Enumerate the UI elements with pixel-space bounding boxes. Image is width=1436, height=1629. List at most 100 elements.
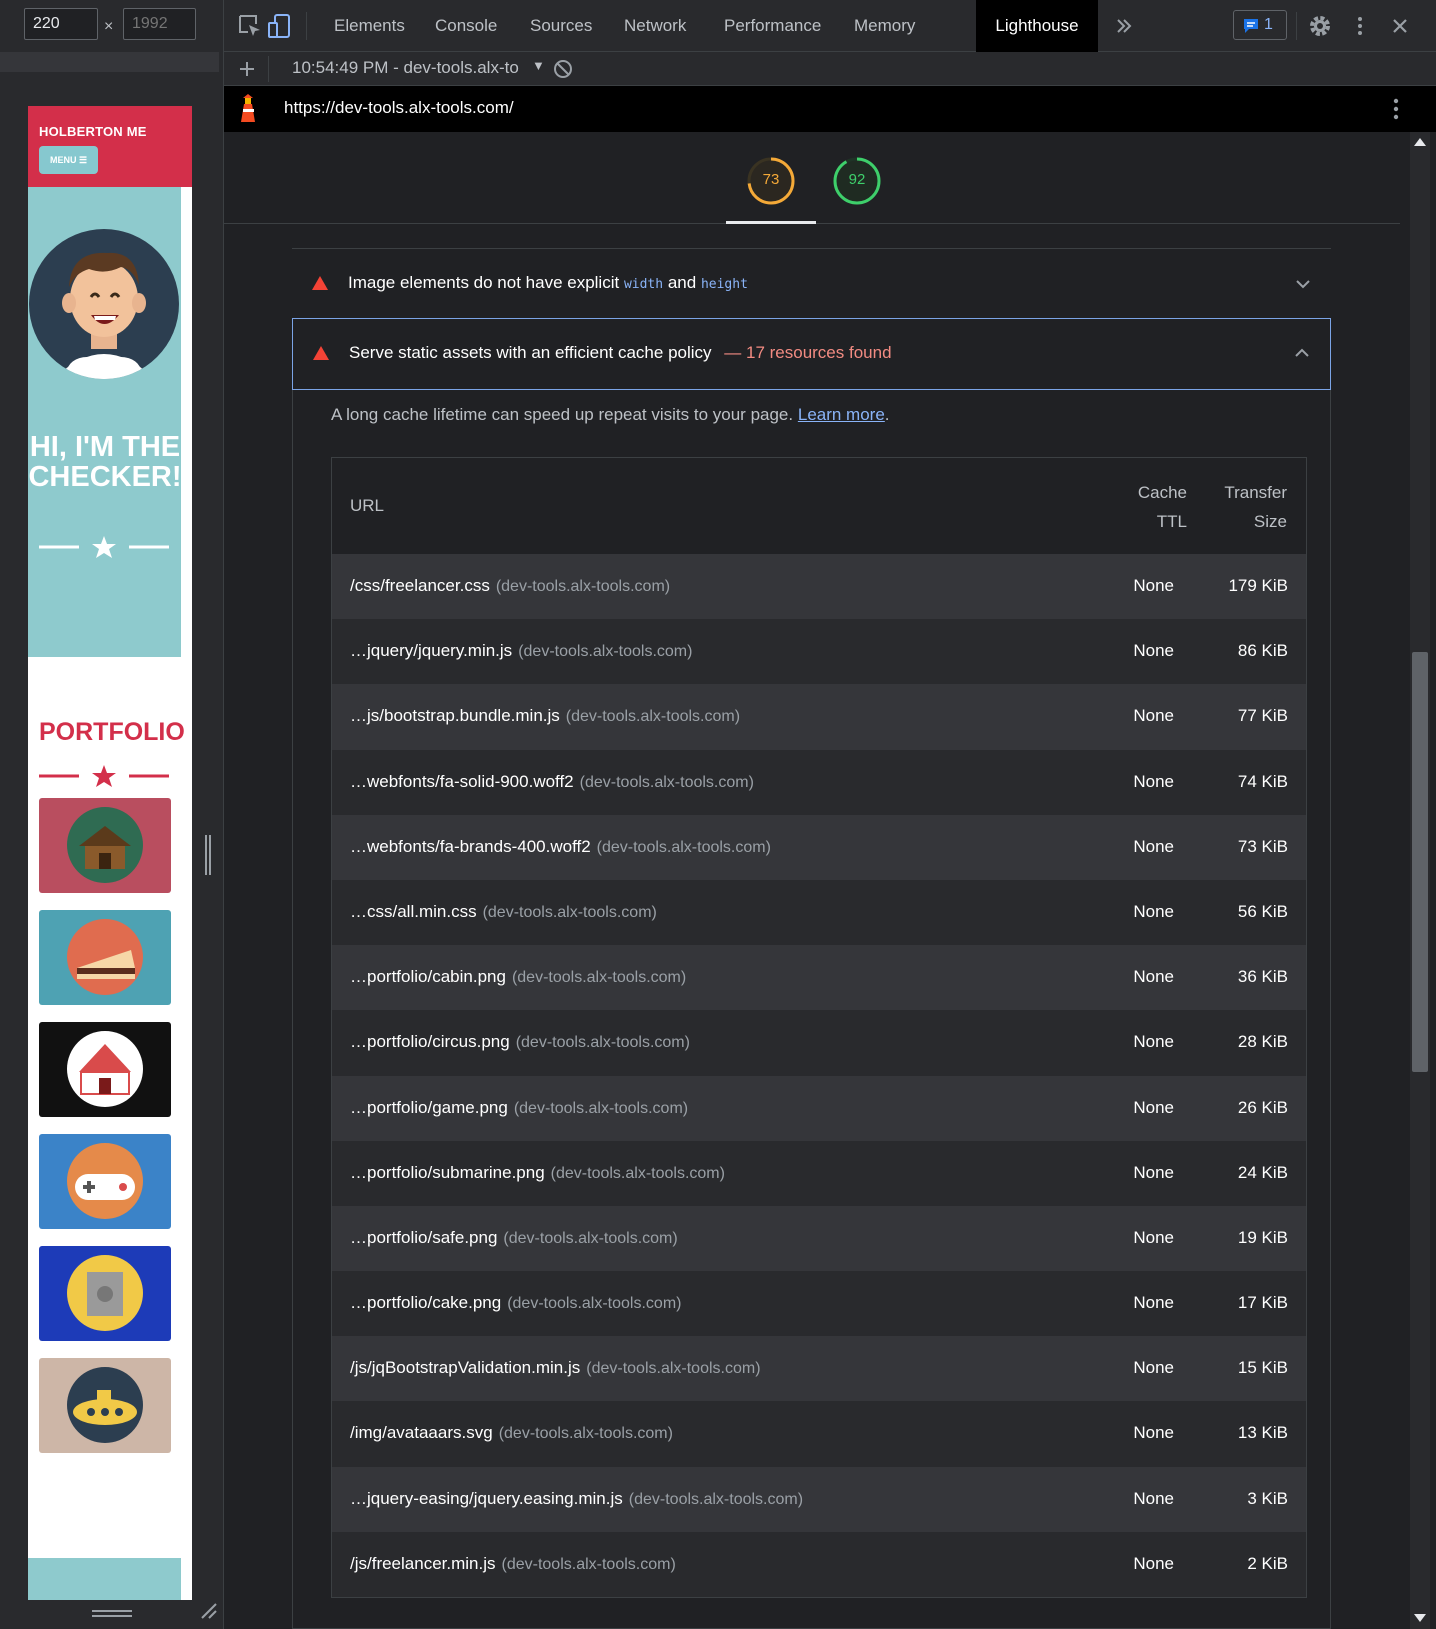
resource-url[interactable]: …portfolio/safe.png <box>350 1228 497 1247</box>
inspect-icon[interactable] <box>236 12 264 40</box>
resource-url-cell[interactable]: …jquery/jquery.min.js (dev-tools.alx-tool… <box>350 641 692 661</box>
add-icon[interactable] <box>236 58 258 80</box>
resource-url-cell[interactable]: …webfonts/fa-brands-400.woff2 (dev-tools.… <box>350 837 771 857</box>
url-menu-icon[interactable] <box>1390 96 1402 122</box>
tab-elements[interactable]: Elements <box>334 0 405 52</box>
scroll-down-arrow-icon[interactable] <box>1414 1614 1426 1622</box>
table-row[interactable]: …jquery-easing/jquery.easing.min.js (dev-… <box>332 1466 1306 1532</box>
resource-url[interactable]: /js/jqBootstrapValidation.min.js <box>350 1358 580 1377</box>
table-row[interactable]: /js/jqBootstrapValidation.min.js (dev-too… <box>332 1336 1306 1402</box>
portfolio-item-game[interactable] <box>39 1134 171 1229</box>
resource-url[interactable]: /js/freelancer.min.js <box>350 1554 496 1573</box>
transfer-size-cell: 19 KiB <box>1237 1227 1288 1247</box>
portfolio-item-submarine[interactable] <box>39 1358 171 1453</box>
table-row[interactable]: …portfolio/game.png (dev-tools.alx-tools.… <box>332 1075 1306 1141</box>
chevron-down-icon[interactable] <box>1295 278 1311 290</box>
resource-url-cell[interactable]: /js/freelancer.min.js (dev-tools.alx-tool… <box>350 1554 676 1574</box>
resource-url[interactable]: /img/avataaars.svg <box>350 1423 493 1442</box>
more-tabs-icon[interactable] <box>1110 12 1138 40</box>
table-row[interactable]: …webfonts/fa-solid-900.woff2 (dev-tools.a… <box>332 749 1306 815</box>
audit-cache-header[interactable]: Serve static assets with an efficient ca… <box>292 318 1331 390</box>
resource-url[interactable]: …jquery/jquery.min.js <box>350 641 512 660</box>
report-selector[interactable]: 10:54:49 PM - dev-tools.alx-to <box>292 58 519 78</box>
tab-performance[interactable]: Performance <box>724 0 821 52</box>
tab-console[interactable]: Console <box>435 0 497 52</box>
close-icon[interactable] <box>1386 12 1414 40</box>
issues-button[interactable]: 1 <box>1233 10 1287 40</box>
score-gauge-accessibility[interactable]: 92 <box>832 156 882 206</box>
device-resize-handle[interactable] <box>204 835 212 875</box>
resource-url-cell[interactable]: …webfonts/fa-solid-900.woff2 (dev-tools.a… <box>350 772 754 792</box>
resource-url-cell[interactable]: …portfolio/safe.png (dev-tools.alx-tools.… <box>350 1228 678 1248</box>
device-bottom-resize-handle[interactable] <box>92 1609 132 1619</box>
resource-url-cell[interactable]: …css/all.min.css (dev-tools.alx-tools.com… <box>350 902 657 922</box>
clear-icon[interactable] <box>552 58 574 80</box>
tab-sources[interactable]: Sources <box>530 0 592 52</box>
table-row[interactable]: /img/avataaars.svg (dev-tools.alx-tools.c… <box>332 1401 1306 1467</box>
resource-url-cell[interactable]: …portfolio/cabin.png (dev-tools.alx-tools… <box>350 967 686 987</box>
table-row[interactable]: …webfonts/fa-brands-400.woff2 (dev-tools.… <box>332 814 1306 880</box>
resource-url[interactable]: /css/freelancer.css <box>350 576 490 595</box>
resource-url-cell[interactable]: /css/freelancer.css (dev-tools.alx-tools.… <box>350 576 670 596</box>
portfolio-item-circus[interactable] <box>39 1022 171 1117</box>
device-toolbar-icon[interactable] <box>266 12 294 40</box>
resource-url-cell[interactable]: …js/bootstrap.bundle.min.js (dev-tools.al… <box>350 706 740 726</box>
audit-unsized-images[interactable]: Image elements do not have explicit widt… <box>292 248 1331 318</box>
resource-url[interactable]: …portfolio/submarine.png <box>350 1163 545 1182</box>
kebab-menu-icon[interactable] <box>1346 12 1374 40</box>
tab-memory[interactable]: Memory <box>854 0 915 52</box>
site-brand[interactable]: HOLBERTON ME <box>39 124 147 139</box>
resource-url[interactable]: …jquery-easing/jquery.easing.min.js <box>350 1489 623 1508</box>
scrollbar-thumb[interactable] <box>1412 652 1428 1072</box>
tab-lighthouse[interactable]: Lighthouse <box>976 0 1098 52</box>
column-header-line: Cache <box>1137 483 1187 502</box>
resource-url-cell[interactable]: …portfolio/cake.png (dev-tools.alx-tools.… <box>350 1293 681 1313</box>
table-row[interactable]: …portfolio/submarine.png (dev-tools.alx-t… <box>332 1140 1306 1206</box>
chevron-down-icon[interactable]: ▼ <box>532 58 545 73</box>
table-row[interactable]: …jquery/jquery.min.js (dev-tools.alx-tool… <box>332 619 1306 685</box>
table-row[interactable]: …portfolio/cabin.png (dev-tools.alx-tools… <box>332 945 1306 1011</box>
portfolio-item-cabin[interactable] <box>39 798 171 893</box>
resource-url[interactable]: …portfolio/game.png <box>350 1098 508 1117</box>
resource-url[interactable]: …portfolio/cake.png <box>350 1293 501 1312</box>
resource-url[interactable]: …portfolio/circus.png <box>350 1032 510 1051</box>
score-gauge-performance[interactable]: 73 <box>746 156 796 206</box>
settings-icon[interactable] <box>1306 12 1334 40</box>
lighthouse-toolbar: 10:54:49 PM - dev-tools.alx-to ▼ <box>224 52 1436 86</box>
resource-url[interactable]: …webfonts/fa-solid-900.woff2 <box>350 772 574 791</box>
tab-network[interactable]: Network <box>624 0 686 52</box>
device-corner-resize-handle[interactable] <box>198 1600 218 1620</box>
portfolio-item-cake[interactable] <box>39 910 171 1005</box>
resource-url-cell[interactable]: …portfolio/game.png (dev-tools.alx-tools.… <box>350 1098 688 1118</box>
device-height-input[interactable] <box>123 8 196 40</box>
resource-url[interactable]: …portfolio/cabin.png <box>350 967 506 986</box>
resource-url[interactable]: …css/all.min.css <box>350 902 477 921</box>
resource-url-cell[interactable]: /img/avataaars.svg (dev-tools.alx-tools.c… <box>350 1423 673 1443</box>
learn-more-link[interactable]: Learn more <box>798 405 885 424</box>
report-url[interactable]: https://dev-tools.alx-tools.com/ <box>284 98 514 118</box>
scroll-up-arrow-icon[interactable] <box>1414 138 1426 146</box>
score-value: 73 <box>762 171 780 188</box>
table-row[interactable]: …portfolio/circus.png (dev-tools.alx-tool… <box>332 1010 1306 1076</box>
chevron-up-icon[interactable] <box>1294 347 1310 359</box>
cache-ttl-cell: None <box>1133 1553 1174 1573</box>
resource-url-cell[interactable]: …portfolio/circus.png (dev-tools.alx-tool… <box>350 1032 690 1052</box>
report-scrollbar[interactable] <box>1400 132 1436 1629</box>
table-row[interactable]: …portfolio/cake.png (dev-tools.alx-tools.… <box>332 1271 1306 1337</box>
table-row[interactable]: …css/all.min.css (dev-tools.alx-tools.com… <box>332 879 1306 946</box>
table-row[interactable]: /js/freelancer.min.js (dev-tools.alx-tool… <box>332 1531 1306 1597</box>
portfolio-item-safe[interactable] <box>39 1246 171 1341</box>
site-menu-button[interactable]: MENU ☰ <box>39 146 98 174</box>
table-row[interactable]: …js/bootstrap.bundle.min.js (dev-tools.al… <box>332 684 1306 750</box>
table-row[interactable]: /css/freelancer.css (dev-tools.alx-tools.… <box>332 554 1306 620</box>
resource-url-cell[interactable]: …jquery-easing/jquery.easing.min.js (dev-… <box>350 1489 803 1509</box>
device-media-query-bar[interactable] <box>0 52 219 72</box>
device-viewport[interactable]: HOLBERTON ME MENU ☰ HI, I'M THE CHECKER!… <box>28 106 192 1600</box>
resource-url[interactable]: …webfonts/fa-brands-400.woff2 <box>350 837 591 856</box>
resource-url-cell[interactable]: …portfolio/submarine.png (dev-tools.alx-t… <box>350 1163 725 1183</box>
device-width-input[interactable] <box>24 8 98 40</box>
table-row[interactable]: …portfolio/safe.png (dev-tools.alx-tools.… <box>332 1205 1306 1272</box>
description-period: . <box>884 405 890 424</box>
resource-url[interactable]: …js/bootstrap.bundle.min.js <box>350 706 560 725</box>
resource-url-cell[interactable]: /js/jqBootstrapValidation.min.js (dev-too… <box>350 1358 761 1378</box>
